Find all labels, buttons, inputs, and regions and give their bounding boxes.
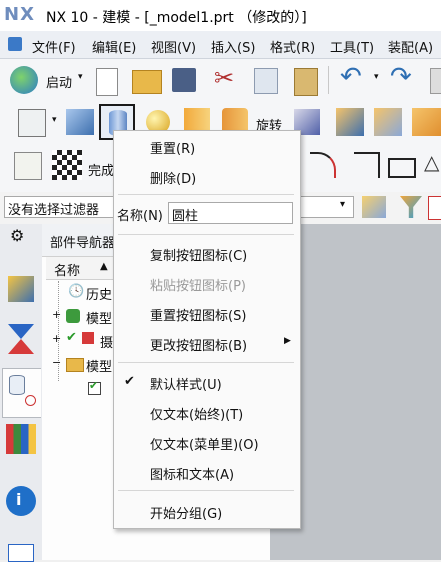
camera-icon <box>82 332 94 344</box>
menu-format[interactable]: 格式(R) <box>270 37 315 56</box>
undo-icon[interactable]: ↶ <box>340 62 362 92</box>
part-navigator-dot-icon <box>25 395 36 406</box>
tree-item-cameras[interactable]: 摄 <box>100 332 113 351</box>
nx-logo: NX <box>4 4 35 25</box>
menu-tools[interactable]: 工具(T) <box>330 37 374 56</box>
name-field-value: 圆柱 <box>172 209 199 224</box>
tree-item-model-views[interactable]: 模型 <box>86 308 112 327</box>
sort-up-icon[interactable]: ▲ <box>100 261 108 272</box>
web-browser-icon[interactable]: i <box>6 486 36 516</box>
menu-item-start-group[interactable]: 开始分组(G) <box>150 503 222 522</box>
clipboard-icon[interactable] <box>430 68 441 94</box>
history-icon[interactable] <box>8 544 34 562</box>
sketch-dropdown-icon[interactable]: ▾ <box>52 115 57 125</box>
checkmark-icon: ✔ <box>124 374 135 389</box>
menu-assembly[interactable]: 装配(A) <box>388 37 433 56</box>
menu-item-delete[interactable]: 删除(D) <box>150 168 196 187</box>
chamfer-icon[interactable] <box>354 152 380 178</box>
part-navigator-tab[interactable] <box>2 368 41 418</box>
start-label[interactable]: 启动 <box>46 72 72 91</box>
model-views-icon <box>66 309 80 323</box>
new-file-icon[interactable] <box>96 68 118 96</box>
menu-grid-icon[interactable] <box>8 37 22 51</box>
start-icon[interactable] <box>10 66 38 94</box>
menu-item-reset-icon[interactable]: 重置按钮图标(S) <box>150 305 246 324</box>
checkmark-icon: ✔ <box>66 330 77 345</box>
info-glyph: i <box>16 490 22 509</box>
block-icon[interactable] <box>66 109 94 135</box>
part-navigator-icon <box>9 375 25 395</box>
menu-item-paste-icon: 粘贴按钮图标(P) <box>150 279 246 294</box>
folder-icon <box>66 358 84 372</box>
menu-item-text-only-always[interactable]: 仅文本(始终)(T) <box>150 404 243 423</box>
subtract-icon[interactable] <box>374 108 402 136</box>
expand-plus-icon[interactable]: + <box>52 332 61 345</box>
snap-icon[interactable] <box>428 196 441 220</box>
open-folder-icon[interactable] <box>132 70 162 94</box>
reuse-library-icon[interactable] <box>6 424 36 454</box>
rectangle-icon[interactable] <box>388 158 416 178</box>
expand-plus-icon[interactable]: + <box>52 308 61 321</box>
redo-icon[interactable]: ↷ <box>390 62 412 92</box>
menu-item-reset[interactable]: 重置(R) <box>150 138 195 157</box>
submenu-arrow-icon: ▶ <box>284 336 291 346</box>
menu-insert[interactable]: 插入(S) <box>211 37 255 56</box>
check-icon: ✔ <box>89 379 99 392</box>
feature-checkbox[interactable]: ✔ <box>88 379 101 395</box>
polygon-icon[interactable]: △ <box>424 150 439 174</box>
paste-icon[interactable] <box>294 68 318 96</box>
toolbar-separator <box>328 66 329 94</box>
finish-label[interactable]: 完成 <box>88 160 114 179</box>
menu-item-change-icon[interactable]: 更改按钮图标(B) <box>150 335 247 354</box>
column-name-label[interactable]: 名称 <box>54 260 80 279</box>
undo-dropdown-icon[interactable]: ▾ <box>374 72 379 82</box>
unite-icon[interactable] <box>336 108 364 136</box>
menu-item-text-only-menu[interactable]: 仅文本(菜单里)(O) <box>150 434 259 453</box>
window-title: NX 10 - 建模 - [_model1.prt （修改的）] <box>46 10 307 26</box>
filter-dropdown-icon[interactable]: ▾ <box>340 199 345 210</box>
clock-icon: 🕓 <box>68 284 85 299</box>
menu-separator <box>118 490 294 491</box>
sketch-star-icon[interactable] <box>14 152 42 180</box>
settings-gear-icon[interactable]: ⚙ <box>10 226 24 245</box>
assembly-filter-icon[interactable] <box>362 196 386 218</box>
menu-separator <box>118 194 294 195</box>
intersect-icon[interactable] <box>412 108 441 136</box>
tree-item-model-history[interactable]: 模型 <box>86 356 112 375</box>
menu-item-default-style[interactable]: 默认样式(U) <box>150 374 222 393</box>
selection-filter-value: 没有选择过滤器 <box>8 203 100 218</box>
menu-item-icon-and-text[interactable]: 图标和文本(A) <box>150 464 234 483</box>
menu-edit[interactable]: 编辑(E) <box>92 37 136 56</box>
finish-flag-icon[interactable] <box>52 150 82 180</box>
sketch-icon[interactable] <box>18 109 46 137</box>
menu-file[interactable]: 文件(F) <box>32 37 76 56</box>
assembly-navigator-icon[interactable] <box>8 276 34 302</box>
menu-separator <box>118 362 294 363</box>
tree-item-history[interactable]: 历史 <box>86 284 112 303</box>
name-field-label: 名称(N) <box>117 209 163 224</box>
menu-view[interactable]: 视图(V) <box>151 37 196 56</box>
copy-icon[interactable] <box>254 68 278 94</box>
collapse-minus-icon[interactable]: − <box>52 356 61 369</box>
cut-icon[interactable]: ✂ <box>214 64 234 92</box>
navigator-title: 部件导航器 <box>50 236 116 251</box>
menu-separator <box>118 234 294 235</box>
menu-item-copy-icon[interactable]: 复制按钮图标(C) <box>150 245 247 264</box>
start-dropdown-icon[interactable]: ▾ <box>78 72 83 82</box>
save-icon[interactable] <box>172 68 196 92</box>
